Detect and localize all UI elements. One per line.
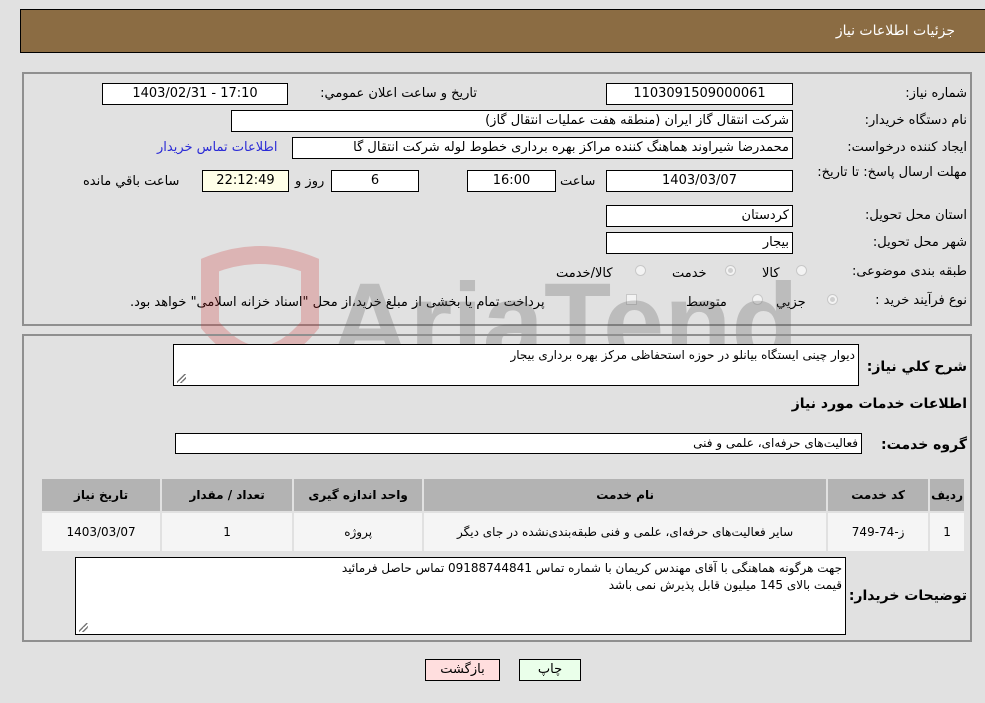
print-button[interactable]: چاپ <box>519 659 581 681</box>
treasury-checkbox[interactable] <box>626 294 637 305</box>
category-radio-goods[interactable] <box>796 265 807 276</box>
cell-service-code: ز-74-749 <box>826 511 931 553</box>
page-title: جزئیات اطلاعات نیاز <box>835 23 955 39</box>
description-label: شرح کلي نیاز: <box>866 359 967 375</box>
requester-field: محمدرضا شیراوند هماهنگ کننده مراکز بهره … <box>292 137 793 159</box>
purchase-type-option-medium: متوسط <box>686 295 727 310</box>
deadline-time-label: ساعت <box>560 174 596 189</box>
announce-datetime-field: 1403/02/31 - 17:10 <box>102 83 288 105</box>
table-header-row: ردیف کد خدمت نام خدمت واحد اندازه گیری ت… <box>39 477 966 513</box>
purchase-type-radio-medium[interactable] <box>752 294 763 305</box>
cell-unit: پروژه <box>292 511 425 553</box>
buyer-notes-line: جهت هرگونه هماهنگی با آقای مهندس کریمان … <box>341 561 842 575</box>
category-label: طبقه بندی موضوعی: <box>851 264 967 279</box>
services-section-title: اطلاعات خدمات مورد نیاز <box>791 396 967 412</box>
purchase-type-radio-minor[interactable] <box>827 294 838 305</box>
time-remaining-field: 22:12:49 <box>202 170 289 192</box>
cell-need-date: 1403/03/07 <box>39 511 163 553</box>
cell-row: 1 <box>928 511 966 553</box>
category-option-goods-service: کالا/خدمت <box>556 266 613 281</box>
need-number-label: شماره نیاز: <box>905 86 967 101</box>
table-row: 1 ز-74-749 سایر فعالیت‌های حرفه‌ای، علمی… <box>39 511 966 553</box>
buyer-org-field: شرکت انتقال گاز ایران (منطقه هفت عملیات … <box>231 110 793 132</box>
col-row: ردیف <box>928 477 966 513</box>
resize-grip-icon[interactable] <box>177 374 186 383</box>
buyer-org-label: نام دستگاه خریدار: <box>864 113 967 128</box>
description-text: دیوار چینی ایستگاه بیانلو در حوزه استحفا… <box>510 348 855 362</box>
requester-label: ایجاد کننده درخواست: <box>847 140 967 155</box>
back-button[interactable]: بازگشت <box>425 659 500 681</box>
buyer-notes-line: قیمت بالای 145 میلیون قابل پذیرش نمی باش… <box>608 578 842 592</box>
cell-quantity: 1 <box>160 511 295 553</box>
col-quantity: تعداد / مقدار <box>160 477 295 513</box>
category-radio-service[interactable] <box>725 265 736 276</box>
province-field: کردستان <box>606 205 793 227</box>
category-radio-goods-service[interactable] <box>635 265 646 276</box>
category-option-service: خدمت <box>672 266 707 281</box>
days-label: روز و <box>295 174 325 189</box>
purchase-type-option-minor: جزيي <box>776 295 806 310</box>
cell-service-name: سایر فعالیت‌های حرفه‌ای، علمی و فنی طبقه… <box>422 511 829 553</box>
page-header: جزئیات اطلاعات نیاز <box>20 9 985 53</box>
province-label: استان محل تحویل: <box>865 208 967 223</box>
buyer-notes-textarea[interactable]: جهت هرگونه هماهنگی با آقای مهندس کریمان … <box>75 557 846 635</box>
buyer-contact-link[interactable]: اطلاعات تماس خریدار <box>157 140 277 155</box>
deadline-time-field: 16:00 <box>467 170 556 192</box>
buyer-notes-label: توضیحات خریدار: <box>848 588 967 604</box>
deadline-date-field: 1403/03/07 <box>606 170 793 192</box>
deadline-label: مهلت ارسال پاسخ: تا تاریخ: <box>817 165 967 180</box>
time-remaining-label: ساعت باقي مانده <box>83 174 180 189</box>
service-group-field: فعالیت‌های حرفه‌ای، علمی و فنی <box>175 433 862 454</box>
resize-grip-icon[interactable] <box>79 623 88 632</box>
service-group-label: گروه خدمت: <box>881 437 967 453</box>
city-label: شهر محل تحویل: <box>872 235 967 250</box>
col-unit: واحد اندازه گیری <box>292 477 425 513</box>
days-remaining-field: 6 <box>331 170 419 192</box>
category-option-goods: کالا <box>762 266 780 281</box>
need-number-field: 1103091509000061 <box>606 83 793 105</box>
announce-datetime-label: تاریخ و ساعت اعلان عمومي: <box>320 86 477 101</box>
description-textarea[interactable]: دیوار چینی ایستگاه بیانلو در حوزه استحفا… <box>173 344 859 386</box>
purchase-type-label: نوع فرآیند خرید : <box>875 293 967 308</box>
col-service-code: کد خدمت <box>826 477 931 513</box>
treasury-note: پرداخت تمام یا بخشی از مبلغ خرید،از محل … <box>130 295 545 310</box>
col-need-date: تاریخ نیاز <box>39 477 163 513</box>
city-field: بیجار <box>606 232 793 254</box>
col-service-name: نام خدمت <box>422 477 829 513</box>
services-table: ردیف کد خدمت نام خدمت واحد اندازه گیری ت… <box>39 477 966 553</box>
